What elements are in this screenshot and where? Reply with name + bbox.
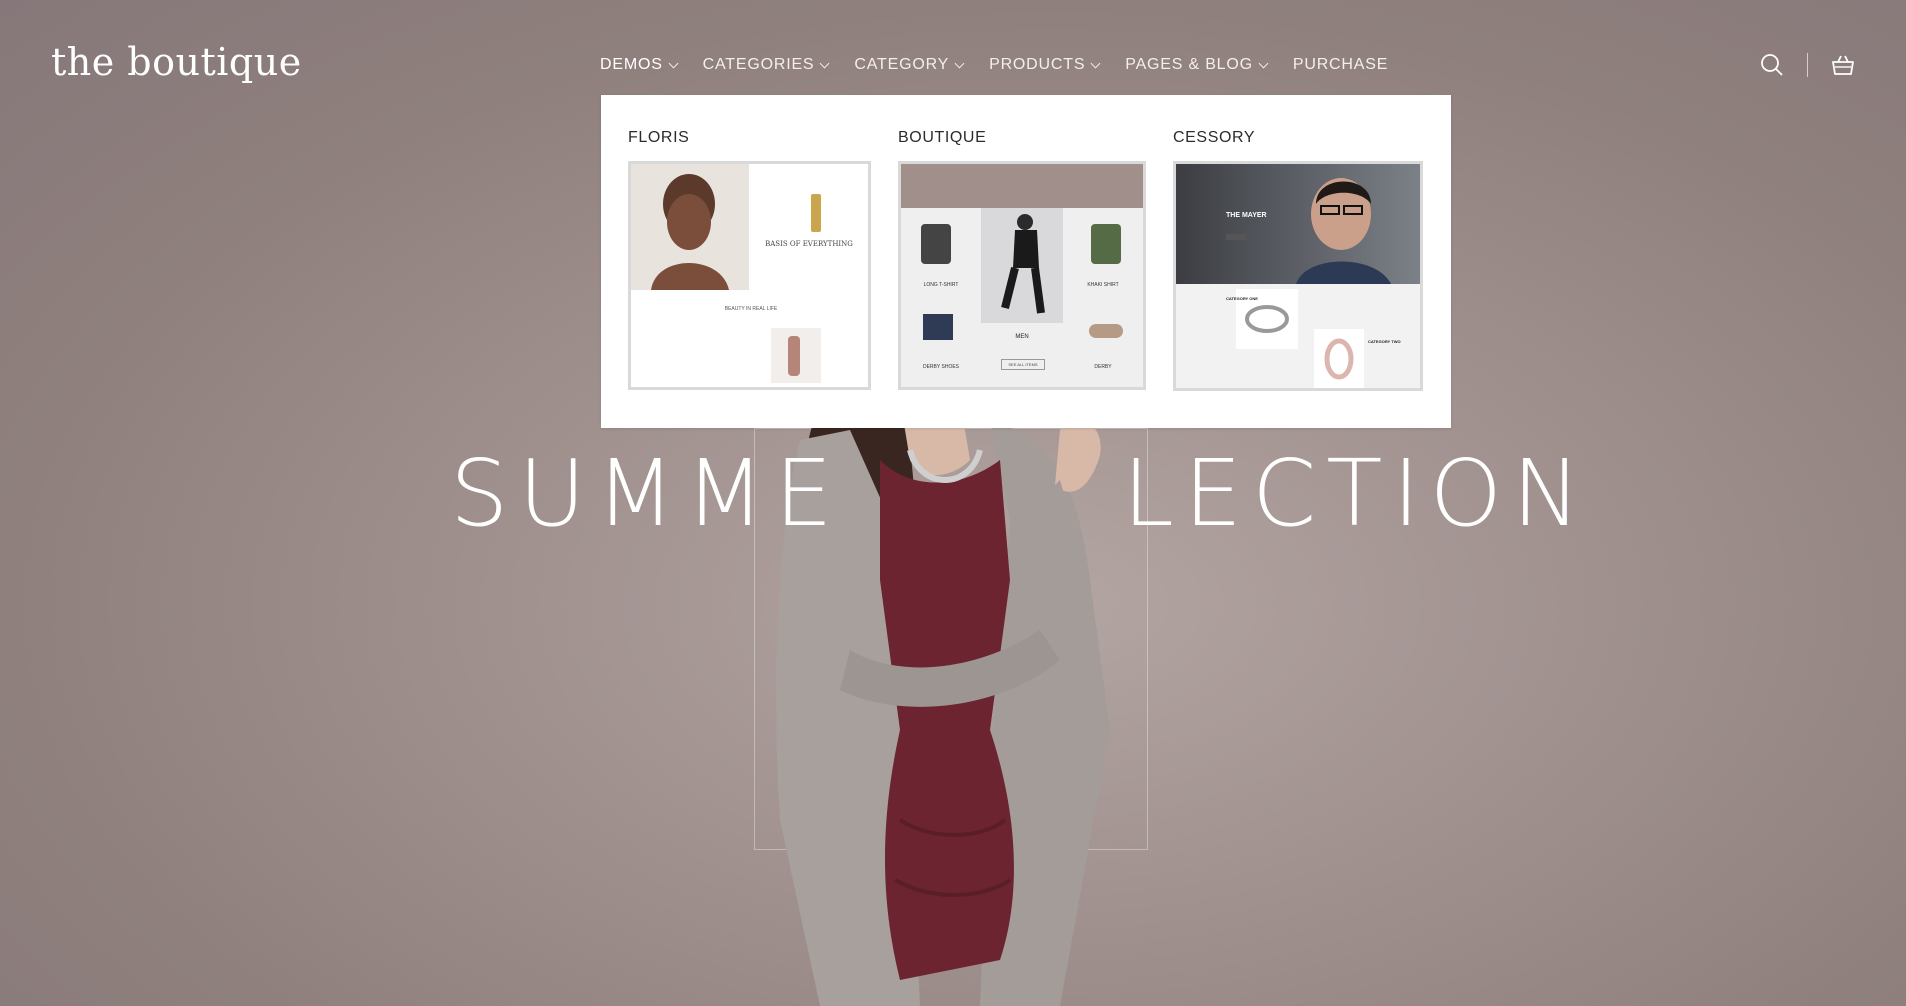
thumb-label: CATEGORY ONE [1226, 296, 1258, 301]
thumb-shirt [1091, 224, 1121, 264]
demo-boutique[interactable]: BOUTIQUE LONG T-SHIRT KHAKI SHIRT MEN SE… [898, 129, 1146, 390]
thumb-bracelet-card [1314, 329, 1364, 388]
header-divider [1807, 53, 1808, 77]
chevron-down-icon [1090, 58, 1101, 68]
thumb-label: DERBY SHOES [922, 364, 960, 370]
thumb-label: KHAKI SHIRT [1087, 282, 1119, 288]
thumb-label: CATEGORY TWO [1368, 339, 1401, 344]
thumb-lipstick [788, 336, 800, 376]
thumb-label: LONG T-SHIRT [923, 282, 959, 288]
chevron-down-icon [819, 58, 830, 68]
thumb-product [811, 194, 821, 232]
nav-products[interactable]: PRODUCTS [989, 56, 1101, 74]
thumb-button [1226, 234, 1246, 240]
chevron-down-icon [668, 58, 679, 68]
thumb-hero [1176, 164, 1420, 284]
nav-demos[interactable]: DEMOS [600, 56, 679, 74]
demo-title: BOUTIQUE [898, 129, 987, 146]
thumb-lower [1176, 284, 1420, 388]
demos-mega-menu: FLORIS BASIS OF EVERYTHING BEAUTY IN REA… [601, 95, 1451, 428]
demo-title: FLORIS [628, 129, 690, 146]
thumb-model [981, 208, 1063, 323]
nav-purchase[interactable]: PURCHASE [1293, 56, 1388, 74]
shopping-basket-icon[interactable] [1830, 52, 1856, 78]
main-nav: DEMOS CATEGORIES CATEGORY PRODUCTS PAGES… [600, 56, 1414, 74]
chevron-down-icon [1258, 58, 1269, 68]
thumb-heading: THE MAYER [1226, 212, 1267, 219]
hero-title-right: LECTION [1122, 440, 1591, 547]
site-logo[interactable]: the boutique [51, 40, 302, 84]
nav-category[interactable]: CATEGORY [854, 56, 965, 74]
thumb-banner [901, 164, 1143, 208]
nav-purchase-label: PURCHASE [1292, 56, 1389, 73]
hero-title: SUMME LECTION [450, 440, 1581, 547]
nav-products-label: PRODUCTS [989, 56, 1086, 73]
demo-cessory[interactable]: CESSORY THE MAYER CATEGORY ONE CATEGORY … [1173, 129, 1423, 391]
nav-pages-blog-label: PAGES & BLOG [1125, 56, 1253, 73]
thumb-button: SEE ALL ITEMS [1001, 359, 1045, 370]
nav-categories[interactable]: CATEGORIES [702, 56, 830, 74]
nav-demos-label: DEMOS [600, 56, 663, 73]
demo-boutique-thumbnail[interactable]: LONG T-SHIRT KHAKI SHIRT MEN SEE ALL ITE… [898, 161, 1146, 390]
nav-category-label: CATEGORY [854, 56, 950, 73]
header-actions [1759, 52, 1856, 78]
demo-title: CESSORY [1173, 129, 1256, 146]
demo-floris[interactable]: FLORIS BASIS OF EVERYTHING BEAUTY IN REA… [628, 129, 871, 390]
thumb-caption: BEAUTY IN REAL LIFE [724, 306, 778, 312]
search-icon[interactable] [1759, 52, 1785, 78]
thumb-label: DERBY [1094, 364, 1112, 370]
demo-cessory-thumbnail[interactable]: THE MAYER CATEGORY ONE CATEGORY TWO [1173, 161, 1423, 391]
thumb-label: MEN [1015, 334, 1029, 340]
thumb-portrait [631, 164, 749, 290]
demo-floris-thumbnail[interactable]: BASIS OF EVERYTHING BEAUTY IN REAL LIFE [628, 161, 871, 390]
thumb-tshirt [921, 224, 951, 264]
chevron-down-icon [954, 58, 965, 68]
nav-categories-label: CATEGORIES [702, 56, 815, 73]
hero-title-left: SUMME [450, 440, 843, 547]
nav-pages-blog[interactable]: PAGES & BLOG [1125, 56, 1269, 74]
thumb-shorts [923, 314, 953, 340]
thumb-shoes [1089, 324, 1123, 338]
thumb-heading: BASIS OF EVERYTHING [765, 240, 853, 248]
